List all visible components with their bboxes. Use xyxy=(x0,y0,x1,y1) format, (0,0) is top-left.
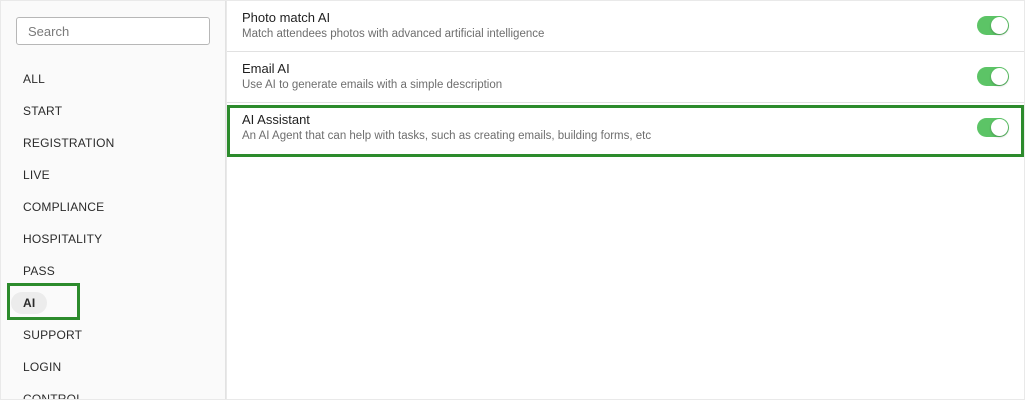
category-start[interactable]: START xyxy=(10,98,75,124)
category-pass[interactable]: PASS xyxy=(10,258,68,284)
feature-description: An AI Agent that can help with tasks, su… xyxy=(242,130,652,142)
toggle-knob xyxy=(991,68,1008,85)
ai-assistant-toggle[interactable] xyxy=(977,118,1009,137)
category-control[interactable]: CONTROL xyxy=(10,386,96,399)
feature-row-ai-assistant: AI Assistant An AI Agent that can help w… xyxy=(227,103,1024,154)
category-support[interactable]: SUPPORT xyxy=(10,322,95,348)
email-ai-toggle[interactable] xyxy=(977,67,1009,86)
feature-title: Email AI xyxy=(242,61,290,76)
feature-description: Use AI to generate emails with a simple … xyxy=(242,79,503,91)
feature-description: Match attendees photos with advanced art… xyxy=(242,28,545,40)
feature-title: AI Assistant xyxy=(242,112,310,127)
feature-list: Photo match AI Match attendees photos wi… xyxy=(227,1,1024,399)
category-all[interactable]: ALL xyxy=(10,66,58,92)
photo-match-ai-toggle[interactable] xyxy=(977,16,1009,35)
toggle-knob xyxy=(991,17,1008,34)
category-hospitality[interactable]: HOSPITALITY xyxy=(10,226,115,252)
category-ai[interactable]: AI xyxy=(10,290,60,316)
search-input[interactable] xyxy=(16,17,210,45)
feature-row-photo-match-ai: Photo match AI Match attendees photos wi… xyxy=(227,1,1024,52)
category-compliance[interactable]: COMPLIANCE xyxy=(10,194,117,220)
category-ai-label: AI xyxy=(11,292,48,314)
category-live[interactable]: LIVE xyxy=(10,162,63,188)
toggle-knob xyxy=(991,119,1008,136)
category-registration[interactable]: REGISTRATION xyxy=(10,130,128,156)
category-sidebar: ALL START REGISTRATION LIVE COMPLIANCE H… xyxy=(1,1,226,399)
feature-title: Photo match AI xyxy=(242,10,331,25)
feature-row-email-ai: Email AI Use AI to generate emails with … xyxy=(227,52,1024,103)
category-login[interactable]: LOGIN xyxy=(10,354,74,380)
